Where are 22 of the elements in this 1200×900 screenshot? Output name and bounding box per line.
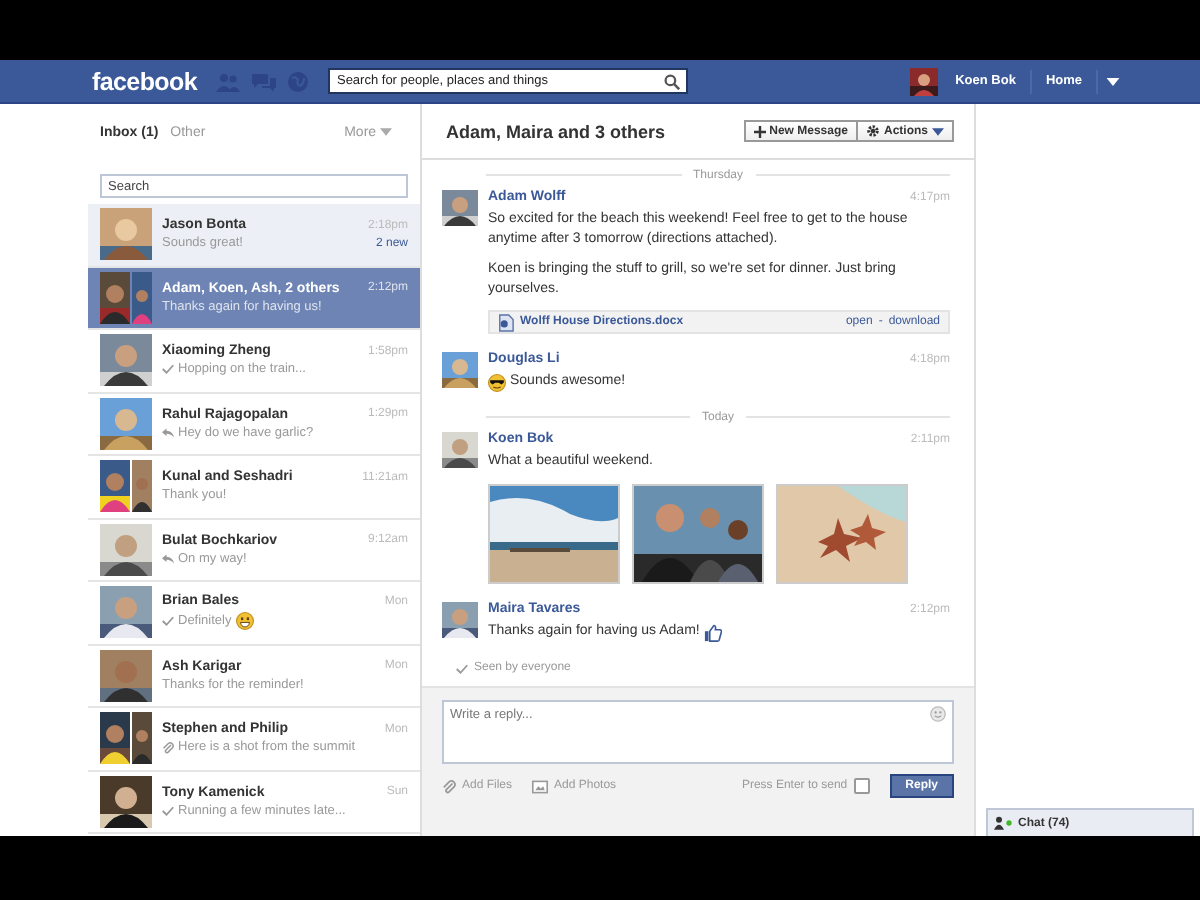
conversation-title: Adam, Maira and 3 others <box>446 121 668 141</box>
reply-arrow-icon <box>162 427 174 438</box>
thumbs-up-icon <box>703 623 722 641</box>
caret-icon <box>932 127 944 135</box>
paperclip-icon <box>162 741 174 754</box>
grin-emoji-icon <box>235 612 254 631</box>
reply-arrow-icon <box>162 553 174 564</box>
gear-icon <box>865 124 880 138</box>
photo-icon <box>532 779 549 793</box>
check-icon <box>162 805 174 816</box>
person-online-icon <box>994 816 1014 830</box>
emoticon-icon[interactable] <box>930 706 946 722</box>
paperclip-icon <box>442 779 456 793</box>
caret-icon[interactable] <box>1106 77 1120 85</box>
plus-icon <box>753 125 766 137</box>
document-icon <box>498 313 514 331</box>
logo[interactable]: facebook <box>92 67 197 95</box>
check-icon <box>456 663 468 673</box>
check-icon <box>162 616 174 627</box>
search-icon[interactable] <box>664 73 681 89</box>
sunglasses-emoji-icon <box>488 373 506 391</box>
check-icon <box>162 364 174 375</box>
